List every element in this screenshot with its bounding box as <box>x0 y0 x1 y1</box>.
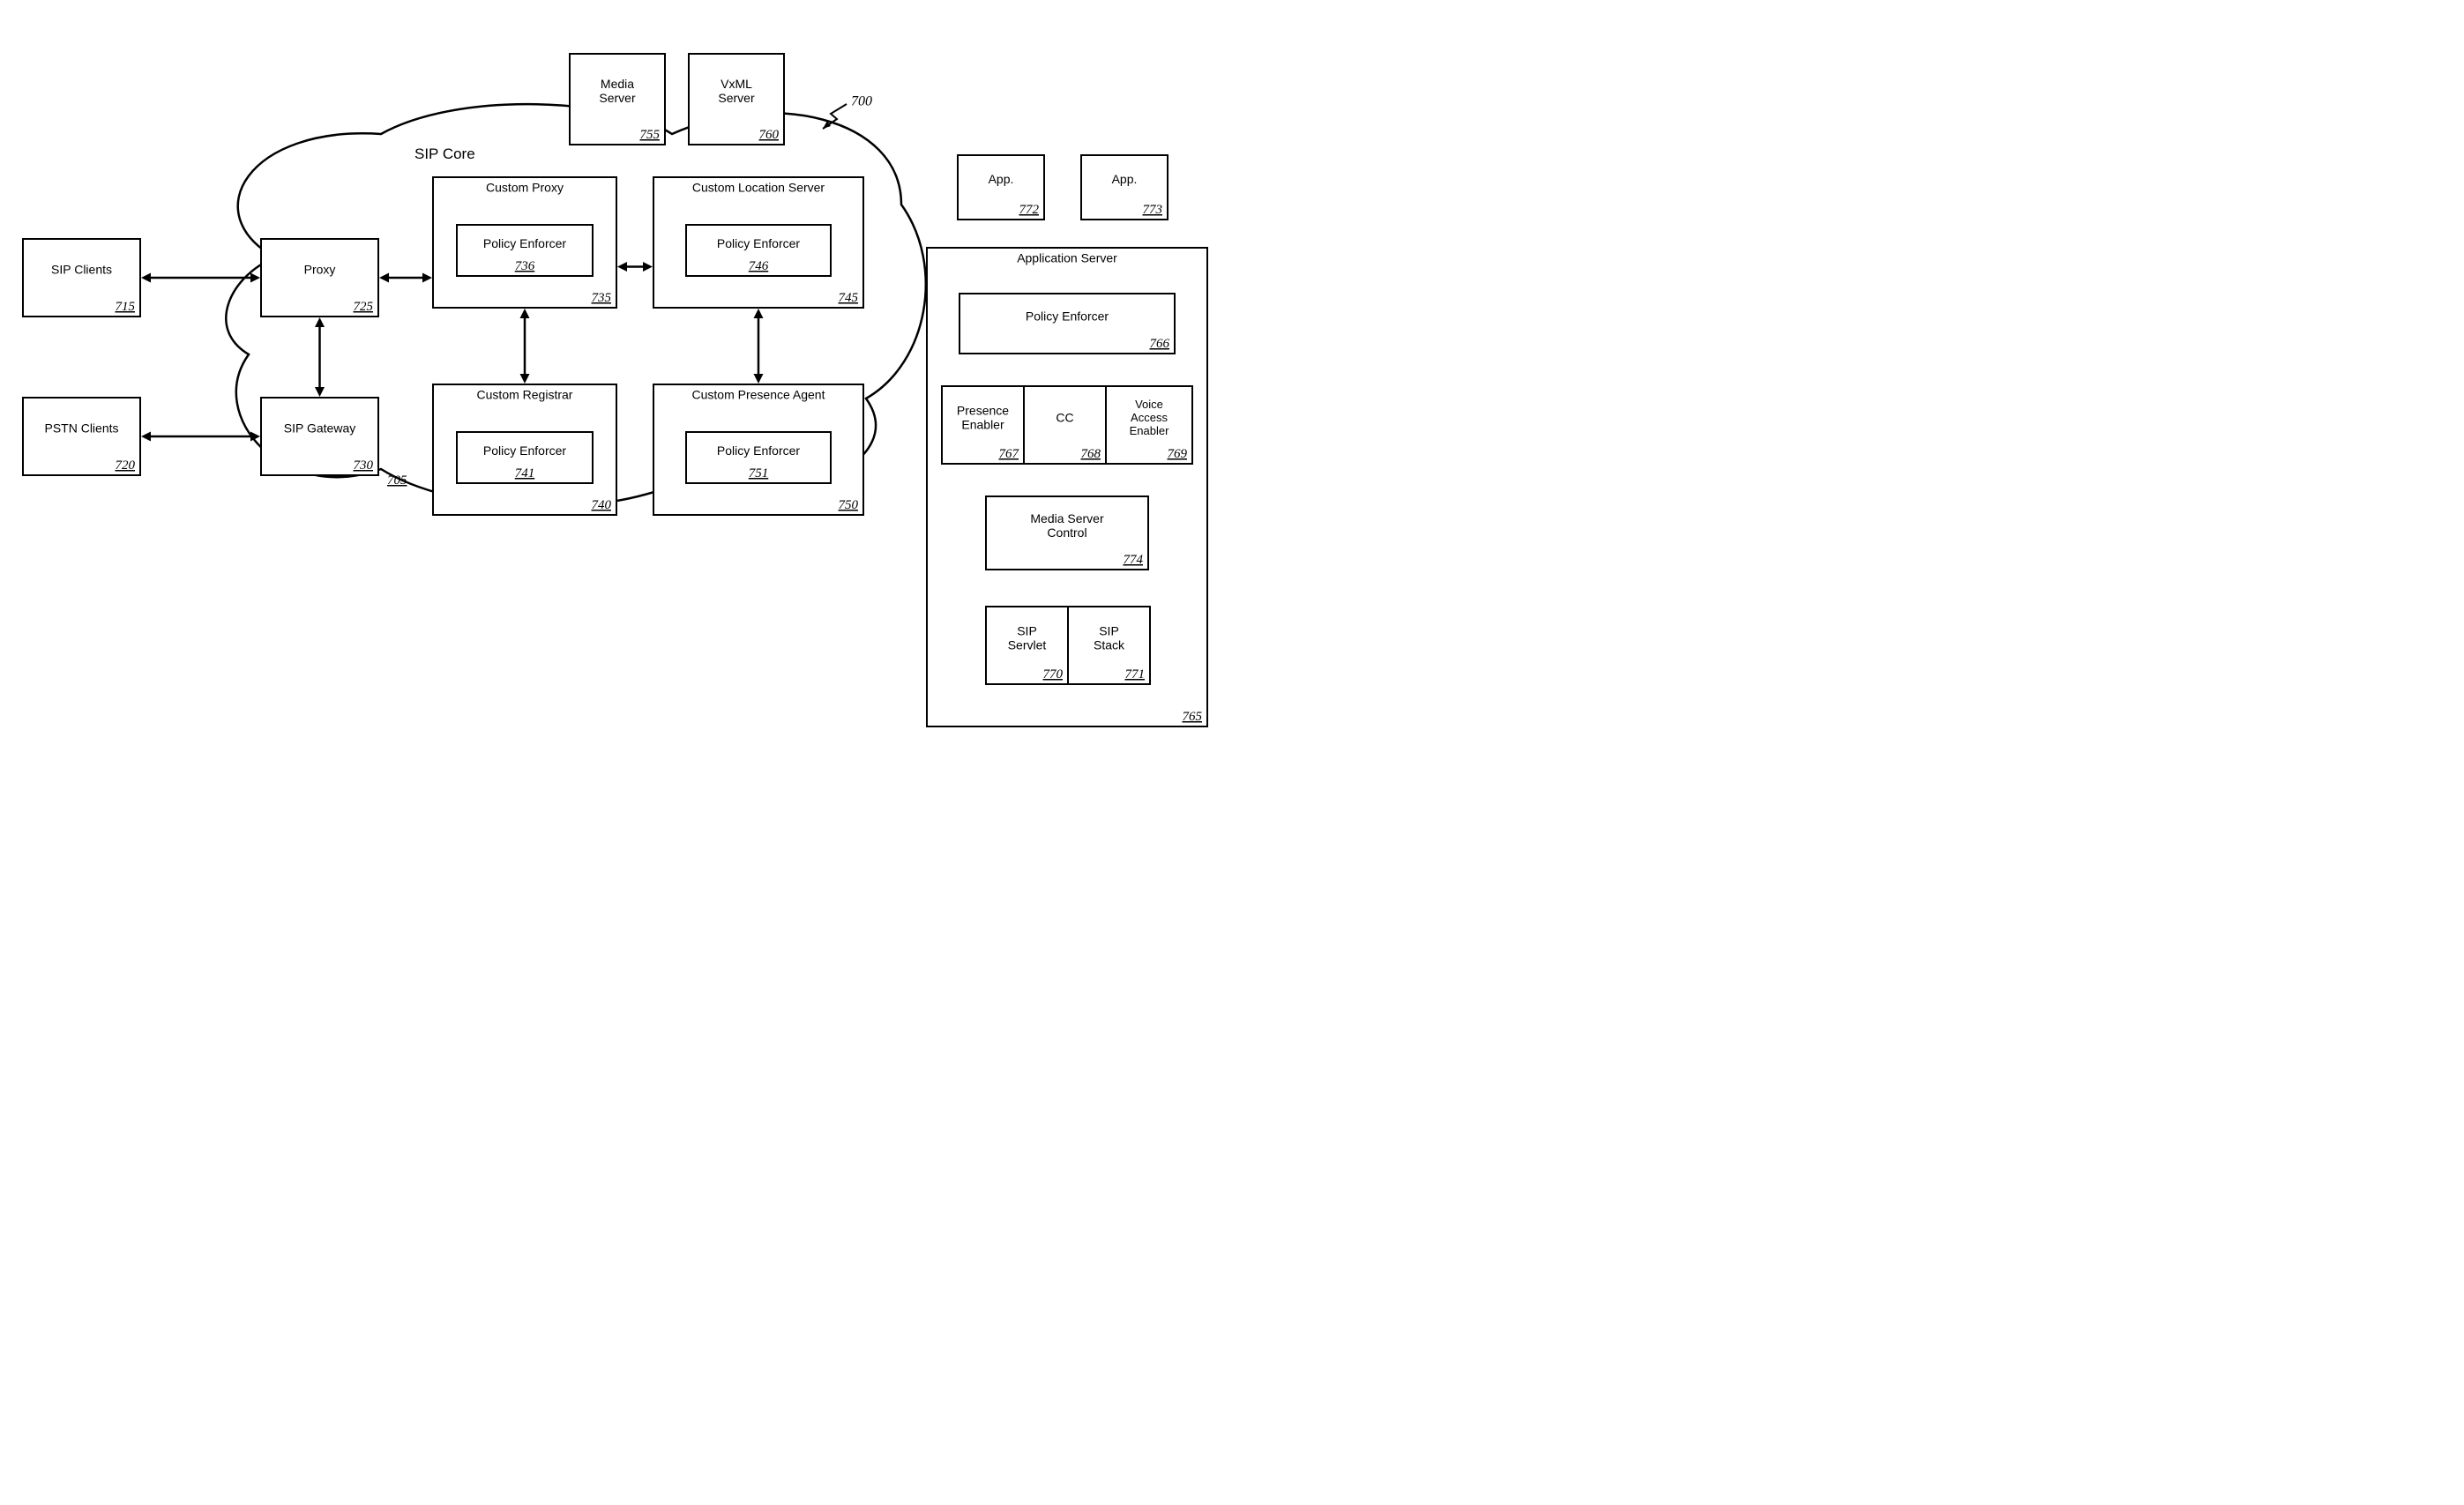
arrow-proxy-gateway <box>313 317 326 397</box>
sip-core-label: SIP Core <box>414 145 475 163</box>
custom-registrar-pe-box: Policy Enforcer 741 <box>456 431 594 484</box>
voice-access-box: Voice Access Enabler 769 <box>1105 385 1193 465</box>
presence-enabler-label: Presence Enabler <box>957 404 1009 432</box>
sip-stack-ref: 771 <box>1125 667 1146 682</box>
custom-proxy-box: Custom Proxy 735 Policy Enforcer 736 <box>432 176 617 309</box>
proxy-box: Proxy 725 <box>260 238 379 317</box>
custom-location-label: Custom Location Server <box>692 181 825 195</box>
custom-proxy-pe-label: Policy Enforcer <box>483 236 566 250</box>
custom-registrar-pe-ref: 741 <box>458 466 592 481</box>
arrow-customlocation-custompresence <box>752 309 765 384</box>
media-server-box: Media Server 755 <box>569 53 666 145</box>
app-pe-label: Policy Enforcer <box>1026 309 1109 324</box>
app1-box: App. 772 <box>957 154 1045 220</box>
cc-ref: 768 <box>1081 446 1101 461</box>
sip-stack-label: SIP Stack <box>1094 624 1124 652</box>
custom-registrar-label: Custom Registrar <box>477 388 573 402</box>
app-server-box: Application Server 765 Policy Enforcer 7… <box>926 247 1208 727</box>
custom-location-box: Custom Location Server 745 Policy Enforc… <box>653 176 864 309</box>
media-server-ref: 755 <box>640 127 661 142</box>
pstn-clients-box: PSTN Clients 720 <box>22 397 141 476</box>
arrow-customproxy-customlocation <box>617 260 653 273</box>
pstn-clients-ref: 720 <box>116 458 136 473</box>
app1-ref: 772 <box>1019 202 1040 217</box>
media-server-control-label: Media Server Control <box>1030 511 1103 540</box>
cc-box: CC 768 <box>1023 385 1107 465</box>
app-server-ref: 765 <box>1183 709 1203 724</box>
vxml-server-ref: 760 <box>759 127 780 142</box>
custom-location-pe-label: Policy Enforcer <box>717 236 800 250</box>
sip-core-ref: 705 <box>387 473 407 488</box>
custom-registrar-pe-label: Policy Enforcer <box>483 443 566 458</box>
custom-proxy-label: Custom Proxy <box>486 181 564 195</box>
pstn-clients-label: PSTN Clients <box>44 421 118 436</box>
app2-label: App. <box>1112 172 1138 186</box>
app1-label: App. <box>989 172 1014 186</box>
custom-proxy-pe-ref: 736 <box>458 258 592 273</box>
sip-clients-label: SIP Clients <box>51 263 112 277</box>
app2-box: App. 773 <box>1080 154 1169 220</box>
vxml-server-box: VxML Server 760 <box>688 53 785 145</box>
custom-location-pe-box: Policy Enforcer 746 <box>685 224 832 277</box>
cc-label: CC <box>1056 411 1073 425</box>
custom-presence-ref: 750 <box>839 497 859 512</box>
custom-registrar-ref: 740 <box>592 497 612 512</box>
custom-presence-pe-ref: 751 <box>687 466 830 481</box>
custom-proxy-ref: 735 <box>592 290 612 305</box>
media-server-label: Media Server <box>599 77 635 105</box>
proxy-ref: 725 <box>354 299 374 314</box>
media-server-control-box: Media Server Control 774 <box>985 495 1149 570</box>
sip-gateway-label: SIP Gateway <box>284 421 355 436</box>
sip-stack-box: SIP Stack 771 <box>1067 606 1151 685</box>
proxy-label: Proxy <box>304 263 336 277</box>
figure-ref: 700 <box>851 93 872 109</box>
app2-ref: 773 <box>1143 202 1163 217</box>
app-pe-box: Policy Enforcer 766 <box>959 293 1176 354</box>
sip-clients-box: SIP Clients 715 <box>22 238 141 317</box>
sip-servlet-label: SIP Servlet <box>1008 624 1047 652</box>
custom-presence-pe-box: Policy Enforcer 751 <box>685 431 832 484</box>
custom-proxy-pe-box: Policy Enforcer 736 <box>456 224 594 277</box>
app-server-label: Application Server <box>1017 251 1117 265</box>
voice-access-label: Voice Access Enabler <box>1130 399 1169 438</box>
presence-enabler-ref: 767 <box>999 446 1019 461</box>
custom-presence-label: Custom Presence Agent <box>692 388 825 402</box>
presence-enabler-box: Presence Enabler 767 <box>941 385 1025 465</box>
arrow-customproxy-customregistrar <box>519 309 532 384</box>
sip-gateway-box: SIP Gateway 730 <box>260 397 379 476</box>
arrow-pstn-gateway <box>141 430 260 443</box>
arrow-proxy-customproxy <box>379 272 432 285</box>
app-pe-ref: 766 <box>1150 336 1170 351</box>
sip-servlet-box: SIP Servlet 770 <box>985 606 1069 685</box>
custom-location-pe-ref: 746 <box>687 258 830 273</box>
sip-clients-ref: 715 <box>116 299 136 314</box>
voice-access-ref: 769 <box>1168 446 1188 461</box>
custom-presence-pe-label: Policy Enforcer <box>717 443 800 458</box>
sip-servlet-ref: 770 <box>1043 667 1064 682</box>
custom-presence-box: Custom Presence Agent 750 Policy Enforce… <box>653 384 864 516</box>
media-server-control-ref: 774 <box>1124 552 1144 567</box>
custom-location-ref: 745 <box>839 290 859 305</box>
sip-gateway-ref: 730 <box>354 458 374 473</box>
arrow-sipclients-proxy <box>141 272 260 285</box>
vxml-server-label: VxML Server <box>718 77 754 105</box>
custom-registrar-box: Custom Registrar 740 Policy Enforcer 741 <box>432 384 617 516</box>
